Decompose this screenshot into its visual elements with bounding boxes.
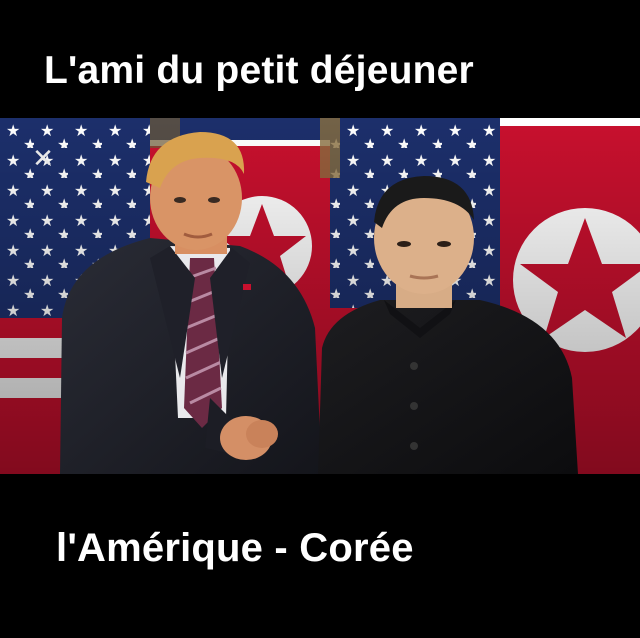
- top-caption: L'ami du petit déjeuner: [44, 49, 474, 92]
- meme-image: L'ami du petit déjeuner ★ ★: [0, 0, 640, 638]
- close-icon[interactable]: ✕: [30, 146, 56, 172]
- bottom-caption: l'Amérique - Corée: [56, 526, 414, 570]
- summit-photo: ★ ★: [0, 118, 640, 474]
